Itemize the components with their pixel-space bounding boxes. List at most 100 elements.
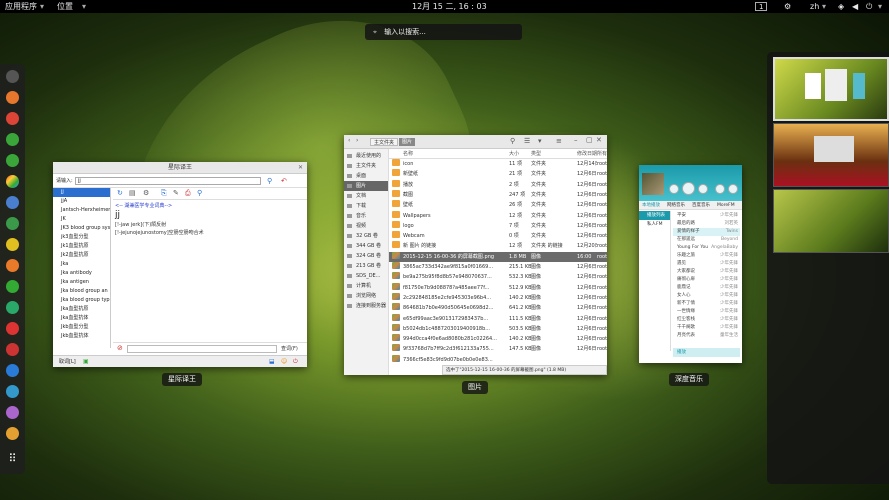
song-row[interactable]: 痛彻心扉 少年先锋 (673, 276, 740, 284)
word-list-item[interactable]: Jkb血型抗体 (53, 332, 110, 341)
app-purple-icon[interactable] (6, 406, 19, 419)
places-menu[interactable]: 位置 (57, 0, 73, 13)
music-window[interactable]: 本地播放 网络音乐 百度音乐 MoreFM 播放列表 私人FM 平安 少年先锋 最后… (639, 165, 742, 363)
find-icon[interactable]: ⚲ (197, 189, 202, 197)
applications-menu[interactable]: 应用程序 (5, 0, 37, 13)
workspace-thumbnail-2[interactable] (773, 123, 889, 187)
sidebar-item[interactable]: 浏览网络 (344, 291, 388, 301)
copy-icon[interactable]: ⎘ (161, 189, 167, 198)
sidebar-item[interactable]: 213 GB 卷 (344, 261, 388, 271)
file-row[interactable]: e65df99aac3e9013172983437b... 111.5 KB 图像 1… (389, 313, 607, 324)
file-row[interactable]: Wallpapers 12 项 文件夹 12月6日 root (389, 210, 607, 221)
sidebar-item[interactable]: 视频 (344, 221, 388, 231)
scan-toggle[interactable]: 取词[L] (59, 356, 76, 367)
volume-icon[interactable]: ◀ (852, 0, 858, 13)
word-list-item[interactable]: Jka blood group typ (53, 296, 110, 305)
search-icon[interactable]: ⚲ (267, 174, 272, 188)
power-icon[interactable]: ⏻ (866, 0, 872, 13)
song-row[interactable]: 爱情的样子 Twins (673, 228, 740, 236)
breadcrumb-home[interactable]: 主文件夹 (370, 138, 399, 146)
file-row[interactable]: 994d0cca4f0e6ad8080b281c02264... 140.2 KB… (389, 334, 607, 344)
list-view-icon[interactable]: ☰ (524, 137, 530, 145)
lookup-button[interactable]: 查词(F) (281, 344, 298, 354)
now-playing-row[interactable]: 播放 (673, 348, 740, 357)
close-icon[interactable]: ✕ (596, 136, 602, 144)
song-row[interactable]: Young For You AngelaBaby (673, 244, 740, 252)
song-row[interactable]: 女人心 少年先锋 (673, 292, 740, 300)
print-icon[interactable]: ⎙ (185, 189, 191, 198)
file-row[interactable]: f81750e7b9d08878?a485aee77f... 512.9 KB 图像… (389, 282, 607, 293)
word-list-item[interactable]: Jk2血型抗原 (53, 251, 110, 260)
sidebar-item[interactable]: 音乐 (344, 211, 388, 221)
app-mail-icon[interactable] (6, 427, 19, 440)
stop-icon[interactable]: ⊘ (117, 344, 123, 352)
sidebar-item[interactable]: 32 GB 卷 (344, 231, 388, 241)
song-row[interactable]: 最后的路 刘若英 (673, 220, 740, 228)
tab-local[interactable]: 本地播放 (642, 201, 660, 210)
play-pause-button[interactable] (682, 182, 695, 195)
app-yellow-icon[interactable] (6, 238, 19, 251)
file-row[interactable]: Webcam 0 项 文件夹 12月6日 root (389, 231, 607, 241)
sidebar-item-fm[interactable]: 私人FM (639, 220, 670, 229)
app-orange-icon[interactable] (6, 259, 19, 272)
file-row[interactable]: 2015-12-15 16-00-36 的屏幕截图.png 1.8 MB 图像 16:… (389, 251, 607, 262)
word-list-item[interactable]: Jka血型抗体 (53, 314, 110, 323)
app-blue-icon[interactable] (6, 196, 19, 209)
tab-baidu[interactable]: 百度音乐 (692, 201, 710, 210)
dict-search-input[interactable]: jj (75, 177, 261, 185)
song-row[interactable]: 在那遥远 Beyond (673, 236, 740, 244)
word-list-item[interactable]: JK3 blood group syst (53, 224, 110, 233)
word-list-item[interactable]: JK (53, 215, 110, 224)
chrome-icon[interactable] (6, 112, 19, 125)
column-name[interactable]: 名称 (403, 149, 413, 159)
accessibility-icon[interactable]: ⚙ (784, 0, 791, 13)
column-date[interactable]: 修改日期 (577, 149, 597, 159)
file-row[interactable]: icon 11 项 文件夹 12月14日root (389, 159, 607, 169)
app-red-icon[interactable] (6, 322, 19, 335)
app-red2-icon[interactable] (6, 343, 19, 356)
sidebar-item[interactable]: 最近使用的 (344, 151, 388, 161)
word-list-item[interactable]: Jka血型抗原 (53, 305, 110, 314)
app-blue2-icon[interactable] (6, 364, 19, 377)
song-row[interactable]: 新不了情 少年先锋 (673, 300, 740, 308)
checkbox-icon[interactable]: ▣ (83, 356, 89, 367)
word-list-item[interactable]: Jka antibody (53, 269, 110, 278)
song-row[interactable]: 平安 少年先锋 (673, 212, 740, 220)
column-type[interactable]: 类型 (531, 149, 541, 159)
view-options-icon[interactable]: ▾ (538, 137, 542, 145)
word-list-item[interactable]: Jka antigen (53, 278, 110, 287)
dict-text-input[interactable] (127, 345, 277, 353)
word-list-item[interactable]: jjA (53, 197, 110, 206)
prev-icon[interactable]: ↻ (117, 189, 123, 197)
word-list-item[interactable]: Jkb血型分型 (53, 323, 110, 332)
song-row[interactable]: 千千阕歌 少年先锋 (673, 324, 740, 332)
file-row[interactable]: 3865ac733d342ae9f815a0f01669... 215.1 KB 图… (389, 262, 607, 272)
sidebar-item[interactable]: 主文件夹 (344, 161, 388, 171)
tab-online[interactable]: 网络音乐 (667, 201, 685, 210)
app-green2-icon[interactable] (6, 154, 19, 167)
menu-icon[interactable]: ≡ (556, 137, 562, 145)
search-input[interactable]: ⌖ 输入以搜索... (365, 24, 522, 40)
file-row[interactable]: 864681b7b0e490d50645e0698d2... 641.2 KB 图像… (389, 303, 607, 313)
file-row[interactable]: 新 图片 的链接 12 项 文件夹 的链接 12月20日root (389, 241, 607, 251)
song-row[interactable]: 乐趣之旅 少年先锋 (673, 252, 740, 260)
sidebar-item[interactable]: 下载 (344, 201, 388, 211)
input-method[interactable]: zh (810, 0, 819, 13)
song-row[interactable]: 一世情缘 少年先锋 (673, 308, 740, 316)
sidebar-item[interactable]: SDS_DE... (344, 271, 388, 281)
file-row[interactable]: be9a275b95f8d8b57e948070637... 532.3 KB 图像… (389, 272, 607, 282)
file-row[interactable]: 7366cf5e83c9fd9d07be0b0e0e83... (389, 354, 607, 365)
file-row[interactable]: b5024db1c4887203019400918b... 503.5 KB 图像 1… (389, 323, 607, 334)
volume-button[interactable] (715, 184, 725, 194)
file-manager-window[interactable]: ‹ › 主文件夹 图片 ⚲ ☰ ▾ ≡ – ▢ ✕ 最近使用的 主文件夹 桌面 图片文… (344, 135, 607, 375)
search-icon[interactable]: ⚲ (510, 137, 515, 145)
list-icon[interactable]: ▤ (129, 189, 136, 197)
maximize-icon[interactable]: ▢ (586, 136, 593, 144)
app-green3-icon[interactable] (6, 217, 19, 230)
column-size[interactable]: 大小 (509, 149, 519, 159)
sidebar-item[interactable]: 324 GB 卷 (344, 251, 388, 261)
file-row[interactable]: 播放 2 项 文件夹 12月6日 root (389, 179, 607, 190)
file-row[interactable]: logo 7 项 文件夹 12月6日 root (389, 220, 607, 231)
workspace-thumbnail-1[interactable] (773, 57, 889, 121)
file-row[interactable]: 新壁纸 21 项 文件夹 12月6日 root (389, 169, 607, 179)
